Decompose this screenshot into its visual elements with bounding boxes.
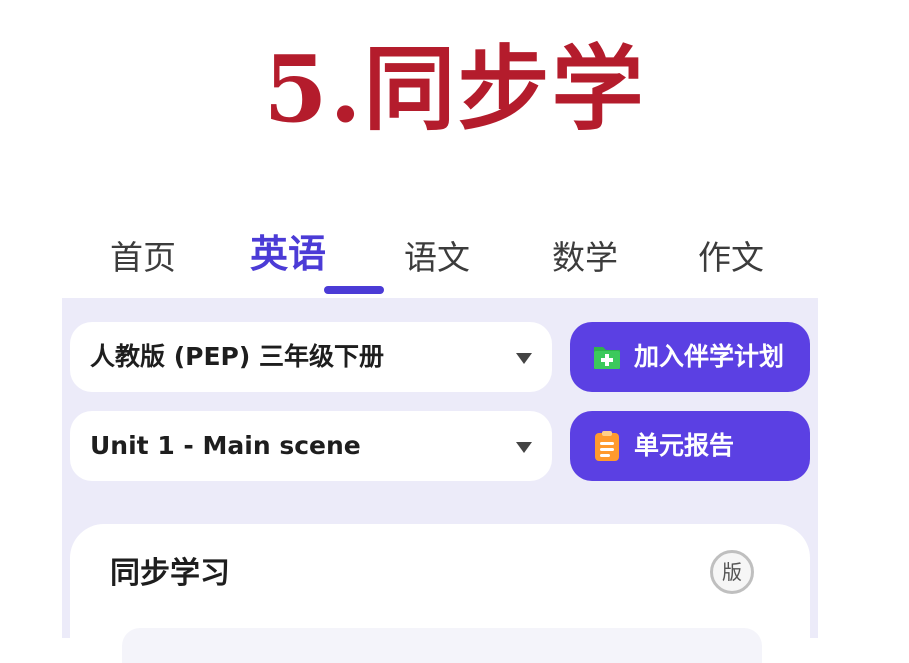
- tab-chinese[interactable]: 语文: [404, 236, 470, 280]
- clipboard-icon: [592, 430, 622, 462]
- tab-home[interactable]: 首页: [110, 236, 176, 280]
- card-inner-section: [122, 628, 762, 663]
- headline: 5.同步学: [263, 35, 646, 143]
- folder-plus-icon: [592, 341, 622, 373]
- subject-tabs: 首页 英语 语文 数学 作文: [62, 228, 818, 298]
- tab-math[interactable]: 数学: [552, 236, 618, 280]
- join-plan-button[interactable]: 加入伴学计划: [570, 322, 810, 392]
- sync-study-card: 同步学习 版: [70, 524, 810, 663]
- active-tab-indicator: [324, 286, 384, 294]
- unit-select[interactable]: Unit 1 - Main scene: [70, 411, 552, 481]
- card-title: 同步学习: [110, 556, 230, 591]
- textbook-select-value: 人教版 (PEP) 三年级下册: [90, 342, 384, 371]
- caret-down-icon: [516, 353, 532, 364]
- unit-report-label: 单元报告: [634, 431, 735, 460]
- tab-composition[interactable]: 作文: [698, 236, 764, 280]
- unit-report-button[interactable]: 单元报告: [570, 411, 810, 481]
- unit-select-value: Unit 1 - Main scene: [90, 431, 361, 460]
- join-plan-label: 加入伴学计划: [634, 342, 785, 371]
- tab-english[interactable]: 英语: [250, 232, 326, 276]
- textbook-select[interactable]: 人教版 (PEP) 三年级下册: [70, 322, 552, 392]
- content-panel: 人教版 (PEP) 三年级下册 加入伴学计划 Unit 1 - Main sce…: [62, 298, 818, 663]
- screenshot: 5.同步学 首页 英语 语文 数学 作文 人教版 (PEP) 三年级下册 加入伴…: [0, 0, 909, 663]
- edition-badge[interactable]: 版: [710, 550, 754, 594]
- caret-down-icon: [516, 442, 532, 453]
